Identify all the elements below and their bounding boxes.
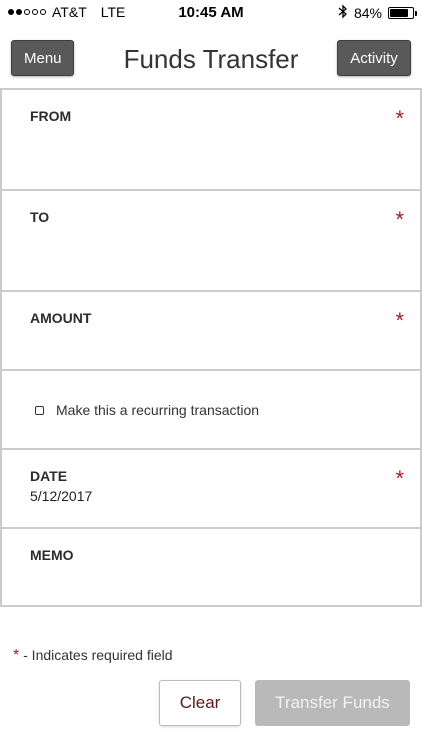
required-indicator: * (395, 106, 404, 131)
recurring-field: Make this a recurring transaction (0, 371, 422, 450)
status-right: 84% (338, 4, 417, 22)
date-field[interactable]: DATE 5/12/2017 * (0, 450, 422, 529)
transfer-funds-button[interactable]: Transfer Funds (255, 680, 410, 726)
required-field-note: * - Indicates required field (13, 647, 173, 665)
amount-label: AMOUNT (30, 310, 92, 326)
from-label: FROM (30, 108, 72, 124)
required-indicator: * (395, 466, 404, 491)
transfer-form: FROM * TO * AMOUNT * Make this a recurri… (0, 88, 422, 607)
recurring-label[interactable]: Make this a recurring transaction (56, 402, 259, 418)
recurring-checkbox[interactable] (35, 406, 44, 415)
required-note-text: - Indicates required field (19, 647, 173, 663)
status-bar: AT&T LTE 10:45 AM 84% (0, 0, 422, 24)
battery-percent: 84% (353, 5, 382, 21)
memo-label: MEMO (30, 547, 74, 563)
app-header: Menu Funds Transfer Activity (0, 36, 422, 80)
battery-icon (388, 7, 417, 19)
amount-field[interactable]: AMOUNT * (0, 292, 422, 371)
date-value: 5/12/2017 (30, 488, 93, 504)
memo-field[interactable]: MEMO (0, 529, 422, 607)
clear-button[interactable]: Clear (159, 680, 241, 726)
to-label: TO (30, 209, 50, 225)
activity-button[interactable]: Activity (337, 40, 411, 76)
to-account-field[interactable]: TO * (0, 191, 422, 292)
required-indicator: * (395, 308, 404, 333)
from-account-field[interactable]: FROM * (0, 90, 422, 191)
bluetooth-icon (338, 4, 348, 22)
required-indicator: * (395, 207, 404, 232)
date-label: DATE (30, 468, 68, 484)
